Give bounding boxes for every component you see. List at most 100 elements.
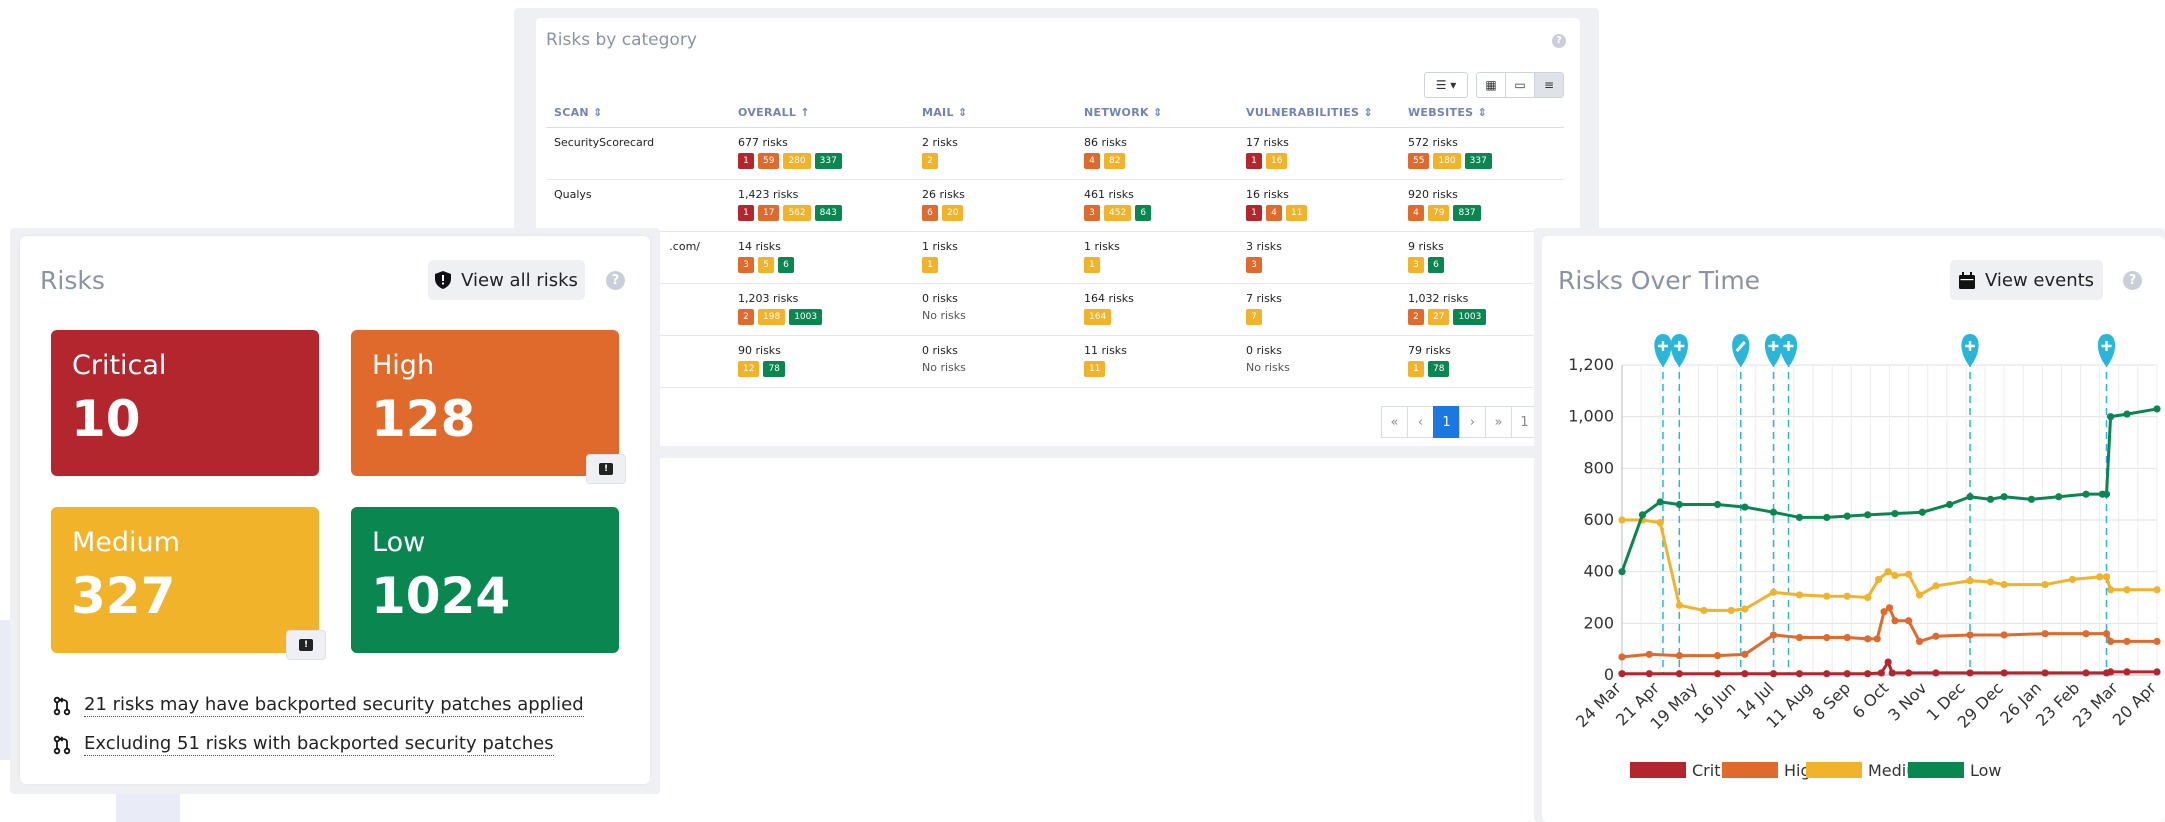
- high-data-point: [1885, 604, 1894, 612]
- backport-exclusion-note[interactable]: Excluding 51 risks with backported secur…: [52, 733, 554, 756]
- risk-count-text: 14 risks: [738, 240, 781, 253]
- view-events-button[interactable]: View events: [1950, 260, 2103, 300]
- column-header-mail[interactable]: MAIL ⇕: [914, 100, 1076, 128]
- help-icon[interactable]: ?: [606, 271, 625, 290]
- high-count-badge[interactable]: 2: [738, 309, 754, 325]
- low-count-badge[interactable]: 1003: [789, 309, 823, 325]
- pagination-button[interactable]: «: [1381, 406, 1408, 438]
- pagination-button[interactable]: 1: [1433, 406, 1460, 438]
- table-row[interactable]: Qualys 1,423 risks 1 17 562 843 26 risks 6 20 461…: [546, 179, 1564, 232]
- medium-count-badge[interactable]: 198: [758, 309, 786, 325]
- medium-count-badge[interactable]: 11: [1286, 205, 1308, 221]
- high-count-badge[interactable]: 17: [758, 205, 780, 221]
- medium-count-badge[interactable]: 3: [1408, 257, 1424, 273]
- low-count-badge[interactable]: 837: [1453, 205, 1481, 221]
- help-icon[interactable]: ?: [2123, 271, 2142, 290]
- high-count-badge[interactable]: 6: [922, 205, 938, 221]
- high-count-badge[interactable]: 4: [1266, 205, 1282, 221]
- table-row[interactable]: 1,203 risks 2 198 1003 0 risks No risks 164 ri…: [546, 283, 1564, 336]
- help-icon[interactable]: ?: [1552, 34, 1566, 48]
- medium-count-badge[interactable]: 79: [1428, 205, 1450, 221]
- high-count-badge[interactable]: 3: [738, 257, 754, 273]
- low-legend-swatch: [1908, 762, 1964, 778]
- backport-note[interactable]: 21 risks may have backported security pa…: [52, 694, 584, 717]
- low-count-badge[interactable]: 78: [1428, 361, 1450, 377]
- low-count-badge[interactable]: 6: [1135, 205, 1152, 221]
- high-data-point: [2041, 630, 2049, 638]
- grid-view-icon[interactable]: ▦: [1477, 73, 1505, 97]
- medium-count-badge[interactable]: 27: [1428, 309, 1450, 325]
- medium-count-badge[interactable]: 1: [1408, 361, 1424, 377]
- low-tile[interactable]: Low 1024: [351, 507, 619, 653]
- low-count-badge[interactable]: 337: [814, 153, 842, 169]
- column-header-scan[interactable]: SCAN ⇕: [546, 100, 730, 128]
- low-count-badge[interactable]: 6: [1428, 257, 1444, 273]
- card-view-icon[interactable]: ▭: [1505, 73, 1534, 97]
- pagination-button[interactable]: ‹: [1407, 406, 1434, 438]
- medium-tile[interactable]: Medium 327: [51, 507, 319, 653]
- low-count-badge[interactable]: 1003: [1453, 309, 1487, 325]
- low-count-badge[interactable]: 6: [778, 257, 794, 273]
- filter-button[interactable]: ☰ ▾: [1424, 72, 1468, 98]
- critical-tile[interactable]: Critical 10: [51, 330, 319, 476]
- medium-count-badge[interactable]: 16: [1266, 153, 1288, 169]
- medium-count-badge[interactable]: 180: [1433, 153, 1461, 169]
- high-count-badge[interactable]: 4: [1084, 153, 1100, 169]
- column-header-vulnerabilities[interactable]: VULNERABILITIES ⇕: [1238, 100, 1400, 128]
- risk-count-cell: 14 risks 3 5 6: [730, 231, 914, 284]
- low-data-point: [1795, 513, 1804, 522]
- medium-data-point: [1884, 568, 1892, 576]
- pagination-button[interactable]: »: [1485, 406, 1512, 438]
- column-header-websites[interactable]: WEBSITES ⇕: [1400, 100, 1564, 128]
- high-count-badge[interactable]: 59: [758, 153, 780, 169]
- medium-count-badge[interactable]: 562: [783, 205, 811, 221]
- low-count-badge[interactable]: 78: [763, 361, 785, 377]
- high-tile[interactable]: High 128: [351, 330, 619, 476]
- medium-count-badge[interactable]: 280: [783, 153, 811, 169]
- view-all-risks-button[interactable]: View all risks: [428, 260, 585, 300]
- table-row[interactable]: SecurityScorecard 677 risks 1 59 280 337 2 ris…: [546, 127, 1564, 180]
- medium-count-badge[interactable]: 5: [758, 257, 774, 273]
- high-data-point: [2106, 637, 2115, 646]
- table-row[interactable]: 90 risks 12 78 0 risks No risks 11 risks 11 0 r…: [546, 335, 1564, 388]
- medium-count-badge[interactable]: 12: [738, 361, 760, 377]
- medium-count-badge[interactable]: 11: [1084, 361, 1106, 377]
- high-count-badge[interactable]: 3: [1084, 205, 1100, 221]
- medium-count-badge[interactable]: 1: [922, 257, 938, 273]
- risk-count-text: 572 risks: [1408, 136, 1458, 149]
- list-view-icon[interactable]: ≡: [1534, 73, 1563, 97]
- medium-count-badge[interactable]: 20: [942, 205, 964, 221]
- medium-count-badge[interactable]: 7: [1246, 309, 1262, 325]
- column-header-network[interactable]: NETWORK ⇕: [1076, 100, 1238, 128]
- high-count-badge[interactable]: 3: [1246, 257, 1262, 273]
- risk-count-cell: 1,203 risks 2 198 1003: [730, 283, 914, 336]
- medium-count-badge[interactable]: 452: [1104, 205, 1132, 221]
- critical-count-badge[interactable]: 1: [1246, 205, 1262, 221]
- pagination-button[interactable]: ›: [1459, 406, 1486, 438]
- medium-count-badge[interactable]: 164: [1084, 309, 1112, 325]
- medium-count-badge[interactable]: 82: [1104, 153, 1126, 169]
- medium-data-point: [1618, 516, 1626, 524]
- medium-data-point: [1915, 591, 1924, 599]
- low-data-point: [2027, 495, 2036, 503]
- critical-count-badge[interactable]: 1: [738, 205, 754, 221]
- medium-data-point: [2106, 586, 2115, 594]
- comment-flag-button[interactable]: !: [286, 630, 326, 660]
- high-count-badge[interactable]: 4: [1408, 205, 1424, 221]
- x-tick-label: 3 Nov: [1884, 678, 1930, 724]
- low-count-badge[interactable]: 843: [814, 205, 842, 221]
- high-data-point: [1932, 632, 1940, 640]
- low-count-badge[interactable]: 337: [1464, 153, 1492, 169]
- high-data-point: [2102, 630, 2111, 638]
- medium-data-point: [2102, 573, 2111, 581]
- critical-count-badge[interactable]: 1: [738, 153, 754, 169]
- table-row[interactable]: .com/14 risks 3 5 6 1 risks 1 1 risks 1 3 risks 3…: [546, 231, 1564, 284]
- medium-count-badge[interactable]: 2: [922, 153, 938, 169]
- high-count-badge[interactable]: 2: [1408, 309, 1424, 325]
- critical-count-badge[interactable]: 1: [1246, 153, 1262, 169]
- medium-count-badge[interactable]: 1: [1084, 257, 1100, 273]
- column-header-overall[interactable]: OVERALL ↑: [730, 100, 914, 128]
- comment-flag-button[interactable]: !: [586, 454, 626, 484]
- pull-request-icon: [53, 735, 71, 754]
- high-count-badge[interactable]: 55: [1408, 153, 1430, 169]
